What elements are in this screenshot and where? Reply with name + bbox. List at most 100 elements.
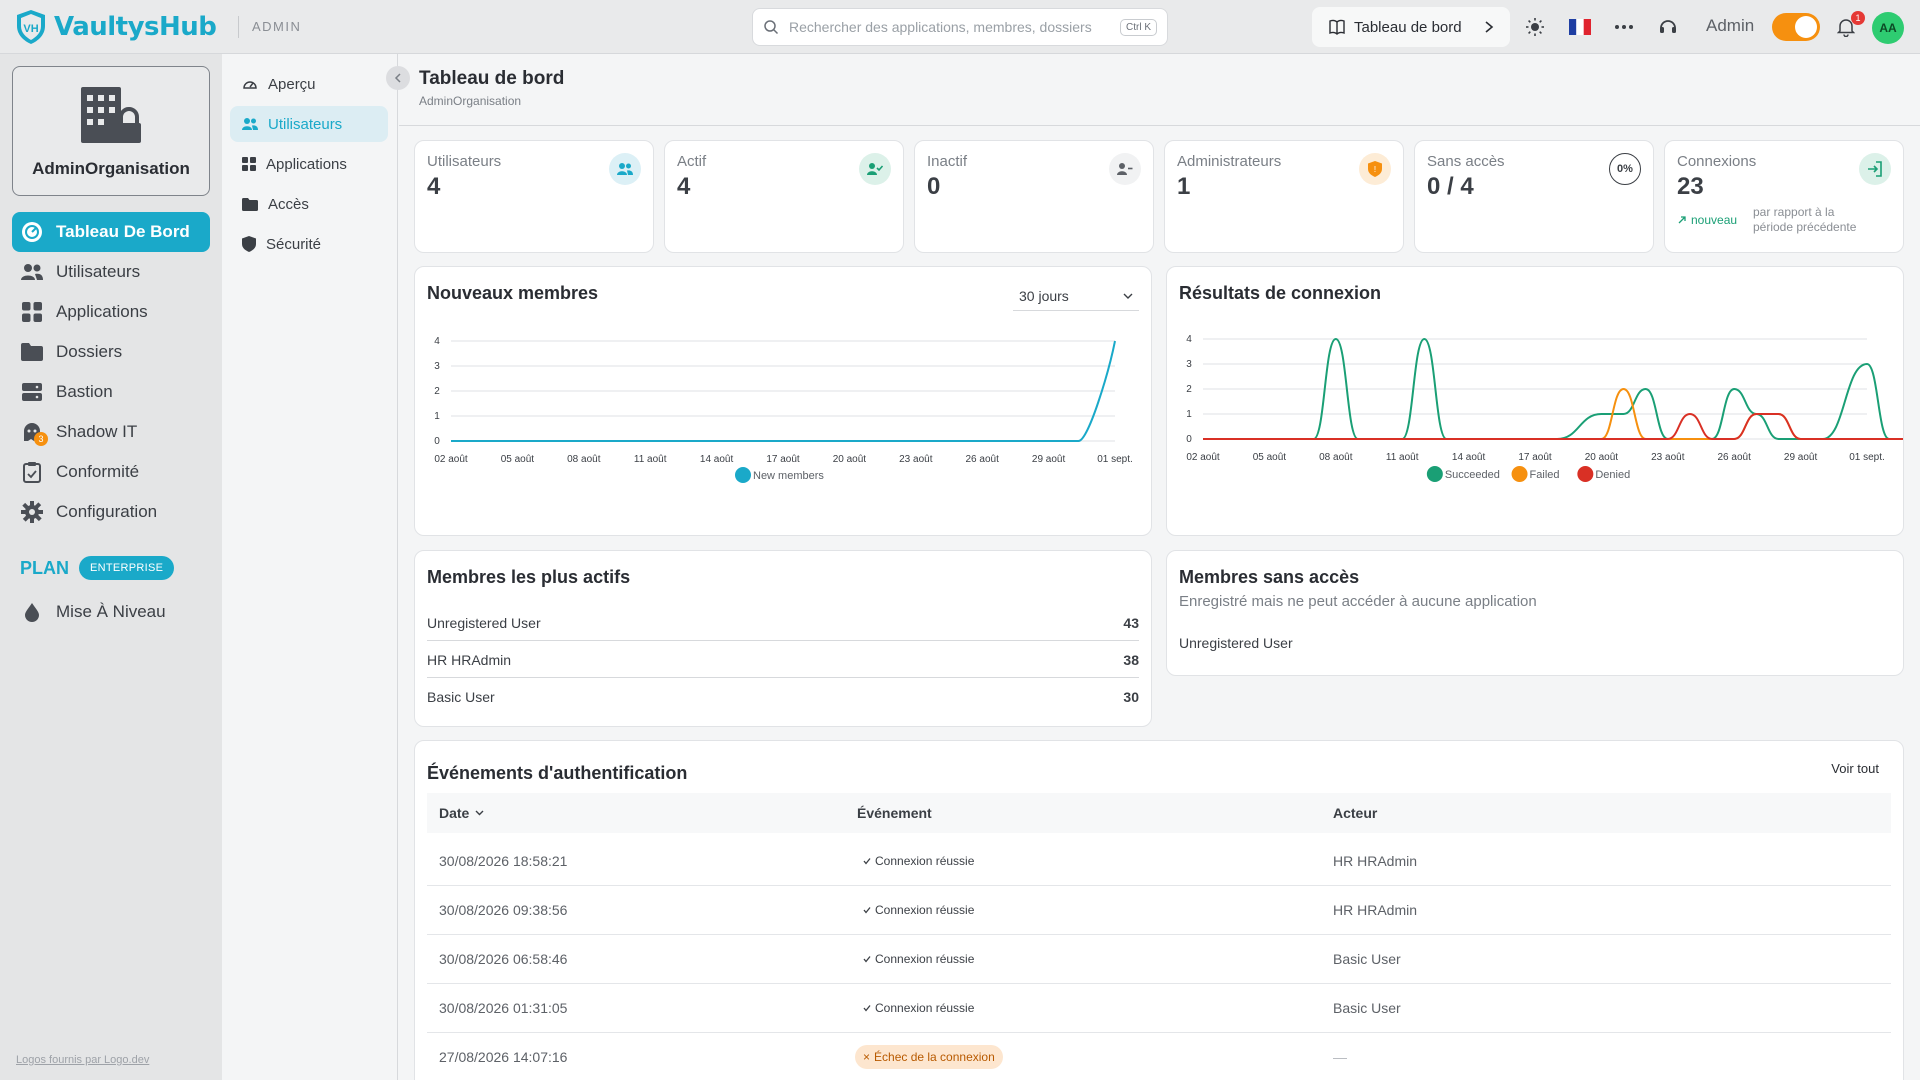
subnav-item-applications[interactable]: Applications — [230, 146, 388, 182]
admin-mode-label: Admin — [1706, 16, 1755, 35]
notification-badge: 1 — [1851, 11, 1865, 25]
table-row[interactable]: 30/08/2026 18:58:21 Connexion réussie HR… — [427, 837, 1891, 886]
list-item[interactable]: Basic User 30 — [427, 679, 1139, 715]
percent-icon: 0% — [1609, 153, 1641, 185]
more-icon[interactable] — [1612, 15, 1636, 39]
sidebar-item-compliance[interactable]: Conformité — [12, 452, 210, 492]
status-badge: Connexion réussie — [855, 947, 982, 971]
event-actor: Basic User — [1333, 1000, 1401, 1016]
y-tick-label: 4 — [1186, 334, 1192, 345]
card-title: Nouveaux membres — [427, 283, 599, 303]
x-tick-label: 26 août — [1718, 452, 1752, 463]
stat-card-inactive[interactable]: Inactif 0 — [914, 140, 1154, 253]
upgrade-button[interactable]: Mise À Niveau — [12, 592, 210, 632]
search-shortcut: Ctrl K — [1120, 18, 1157, 36]
support-icon[interactable] — [1656, 15, 1680, 39]
sidebar-item-shadow-it[interactable]: 3 Shadow IT — [12, 412, 210, 452]
sidebar-item-users[interactable]: Utilisateurs — [12, 252, 210, 292]
status-badge: Connexion réussie — [855, 898, 982, 922]
x-tick-label: 01 sept. — [1849, 452, 1885, 463]
stat-card-logins[interactable]: Connexions 23 nouveau par rapport à la p… — [1664, 140, 1904, 253]
shield-logo-icon: VH — [17, 10, 45, 44]
page-subtitle: AdminOrganisation — [419, 94, 522, 108]
collapse-sidebar-button[interactable] — [386, 66, 410, 90]
x-tick-label: 08 août — [1319, 452, 1353, 463]
gauge-icon — [243, 81, 257, 89]
stat-card-users[interactable]: Utilisateurs 4 — [414, 140, 654, 253]
table-row[interactable]: 27/08/2026 14:07:16 × Échec de la connexi… — [427, 1033, 1891, 1080]
event-actor: HR HRAdmin — [1333, 902, 1418, 918]
stat-value: 4 — [677, 173, 691, 200]
list-item[interactable]: Unregistered User 43 — [427, 605, 1139, 641]
subnav-item-users[interactable]: Utilisateurs — [230, 106, 388, 142]
x-tick-label: 11 août — [634, 454, 667, 465]
stat-card-active[interactable]: Actif 4 — [664, 140, 904, 253]
sidebar: AdminOrganisation Tableau De Bord Utilis… — [0, 54, 222, 1080]
card-title: Résultats de connexion — [1179, 283, 1382, 303]
search-bar[interactable]: Rechercher des applications, membres, do… — [752, 8, 1168, 46]
admin-mode-toggle[interactable] — [1772, 13, 1820, 41]
app-name: VaultysHub — [54, 12, 217, 42]
table-row[interactable]: 30/08/2026 06:58:46 Connexion réussie Ba… — [427, 935, 1891, 984]
range-select-value: 30 jours — [1019, 287, 1069, 304]
app-logo[interactable]: VH VaultysHub — [14, 8, 217, 46]
sidebar-item-label: Conformité — [56, 462, 140, 481]
legend-label: Failed — [1530, 469, 1560, 481]
member-count: 38 — [1123, 651, 1139, 668]
subnav-item-overview[interactable]: Aperçu — [230, 66, 388, 102]
y-tick-label: 1 — [1186, 409, 1192, 420]
event-date: 30/08/2026 09:38:56 — [439, 902, 568, 918]
organization-name: AdminOrganisation — [32, 159, 190, 178]
x-tick-label: 29 août — [1032, 454, 1066, 465]
breadcrumb-button[interactable]: Tableau de bord — [1312, 7, 1510, 47]
column-header-date[interactable]: Date — [439, 805, 484, 821]
stat-label: Inactif — [927, 153, 968, 170]
plan-badge: ENTERPRISE — [79, 556, 175, 580]
list-item[interactable]: Unregistered User — [1179, 635, 1293, 651]
view-all-link[interactable]: Voir tout — [1831, 761, 1879, 776]
card-title: Membres les plus actifs — [427, 567, 631, 587]
x-tick-label: 02 août — [1186, 452, 1220, 463]
range-select[interactable]: 30 jours — [1013, 281, 1139, 311]
stat-card-admins[interactable]: Administrateurs 1 ! — [1164, 140, 1404, 253]
list-item[interactable]: HR HRAdmin 38 — [427, 642, 1139, 678]
sidebar-item-configuration[interactable]: Configuration — [12, 492, 210, 532]
sidebar-item-applications[interactable]: Applications — [12, 292, 210, 332]
chevron-down-icon — [475, 810, 484, 816]
legend-label: New members — [753, 470, 824, 482]
sidebar-item-dashboard[interactable]: Tableau De Bord — [12, 212, 210, 252]
y-tick-label: 3 — [434, 361, 440, 372]
x-tick-label: 11 août — [1386, 452, 1419, 463]
x-tick-label: 17 août — [1518, 452, 1552, 463]
y-tick-label: 0 — [434, 436, 440, 447]
table-row[interactable]: 30/08/2026 09:38:56 Connexion réussie HR… — [427, 886, 1891, 935]
x-tick-label: 17 août — [766, 454, 800, 465]
table-row[interactable]: 30/08/2026 01:31:05 Connexion réussie Ba… — [427, 984, 1891, 1033]
card-description: Enregistré mais ne peut accéder à aucune… — [1179, 593, 1537, 610]
avatar[interactable]: AA — [1872, 12, 1904, 44]
sun-icon[interactable] — [1523, 15, 1547, 39]
clipboard-icon — [20, 460, 44, 484]
legend-label: Denied — [1595, 469, 1630, 481]
upgrade-label: Mise À Niveau — [56, 602, 166, 621]
sidebar-item-bastion[interactable]: Bastion — [12, 372, 210, 412]
y-tick-label: 3 — [1186, 359, 1192, 370]
subnav-item-access[interactable]: Accès — [230, 186, 388, 222]
logo-dev-link[interactable]: Logos fournis par Logo.dev — [16, 1054, 149, 1066]
users-icon — [609, 153, 641, 185]
stat-card-no-access[interactable]: Sans accès 0 / 4 0% — [1414, 140, 1654, 253]
event-date: 30/08/2026 18:58:21 — [439, 853, 568, 869]
y-tick-label: 2 — [1186, 384, 1192, 395]
status-label: Échec de la connexion — [874, 1050, 995, 1064]
french-flag-icon[interactable] — [1568, 15, 1592, 39]
users-icon — [20, 260, 44, 284]
x-tick-label: 05 août — [1253, 452, 1287, 463]
subnav-item-security[interactable]: Sécurité — [230, 226, 388, 262]
divider — [238, 16, 239, 38]
event-actor: — — [1333, 1049, 1347, 1065]
organization-card[interactable]: AdminOrganisation — [12, 66, 210, 196]
search-input[interactable]: Rechercher des applications, membres, do… — [789, 19, 1120, 35]
apps-icon — [20, 300, 44, 324]
sidebar-item-folders[interactable]: Dossiers — [12, 332, 210, 372]
stat-value: 0 / 4 — [1427, 173, 1474, 200]
